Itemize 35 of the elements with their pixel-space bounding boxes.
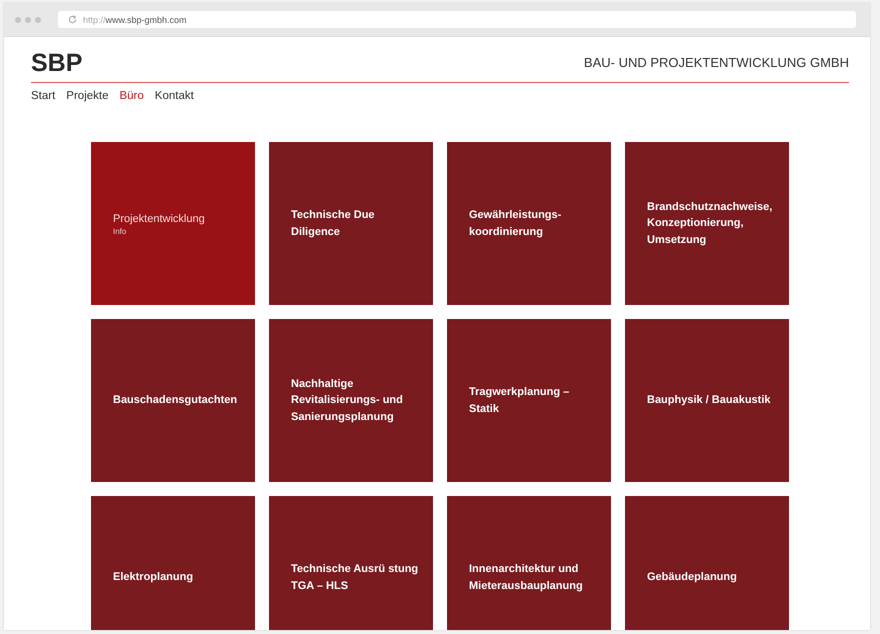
nav-link[interactable]: Büro [119,90,144,102]
reload-icon[interactable] [68,15,77,24]
service-tile[interactable]: Bauschadensgutachten [91,319,255,482]
nav-link[interactable]: Projekte [66,90,108,102]
company-tagline: BAU- UND PROJEKTENTWICKLUNG GMBH [584,55,849,72]
tile-title: Technische Ausrü stung TGA – HLS [291,562,418,594]
service-tile[interactable]: Bauphysik / Bauakustik [625,319,789,482]
window-controls-icon[interactable] [15,16,41,22]
service-tile[interactable]: Technische Due Diligence [269,142,433,305]
tile-title: Gebäudeplanung [647,570,737,586]
service-tile[interactable]: Gewährleistungs- koordinierung [447,142,611,305]
tile-title: Bauphysik / Bauakustik [647,393,770,408]
tile-title: Elektroplanung [113,570,194,586]
service-tile[interactable]: Tragwerkplanung – Statik [447,319,611,482]
nav-link[interactable]: Kontakt [154,90,194,102]
service-tile[interactable]: Gebäudeplanung [625,496,789,630]
tile-title: Innenarchitektur und Mieterausbauplanung [469,562,583,594]
tile-title: Nachhaltige Revitalisierungs- und Sanierungsplanung [291,376,403,425]
url-text: http://www.sbp-gmbh.com [83,14,187,24]
tile-title: Gewährleistungs- koordinierung [469,208,562,240]
tile-title: Tragwerkplanung – Statik [469,385,570,416]
service-tile[interactable]: Innenarchitektur und Mieterausbauplanung [447,496,611,630]
tile-subtitle: Info [113,227,128,236]
address-bar[interactable]: http://www.sbp-gmbh.com [58,11,856,28]
tile-title: Technische Due Diligence [291,208,375,240]
tile-title: Bauschadensgutachten [113,393,238,408]
tile-title: Brandschutznachweise, Konzeptionierung, Umsetzung [647,200,772,248]
service-tile[interactable]: Brandschutznachweise, Konzeptionierung, Umsetzung [625,142,789,305]
service-tile[interactable]: Elektroplanung [91,496,255,630]
tile-title: Projektentwicklung [113,212,205,227]
nav-link[interactable]: Start [31,90,56,102]
service-tile[interactable]: Technische Ausrü stung TGA – HLS [269,496,433,630]
site-logo[interactable]: SBP [31,49,82,77]
service-tile[interactable]: Nachhaltige Revitalisierungs- und Sanierungsplanung [269,319,433,482]
service-tile[interactable]: Projektentwicklung Info [91,142,255,305]
